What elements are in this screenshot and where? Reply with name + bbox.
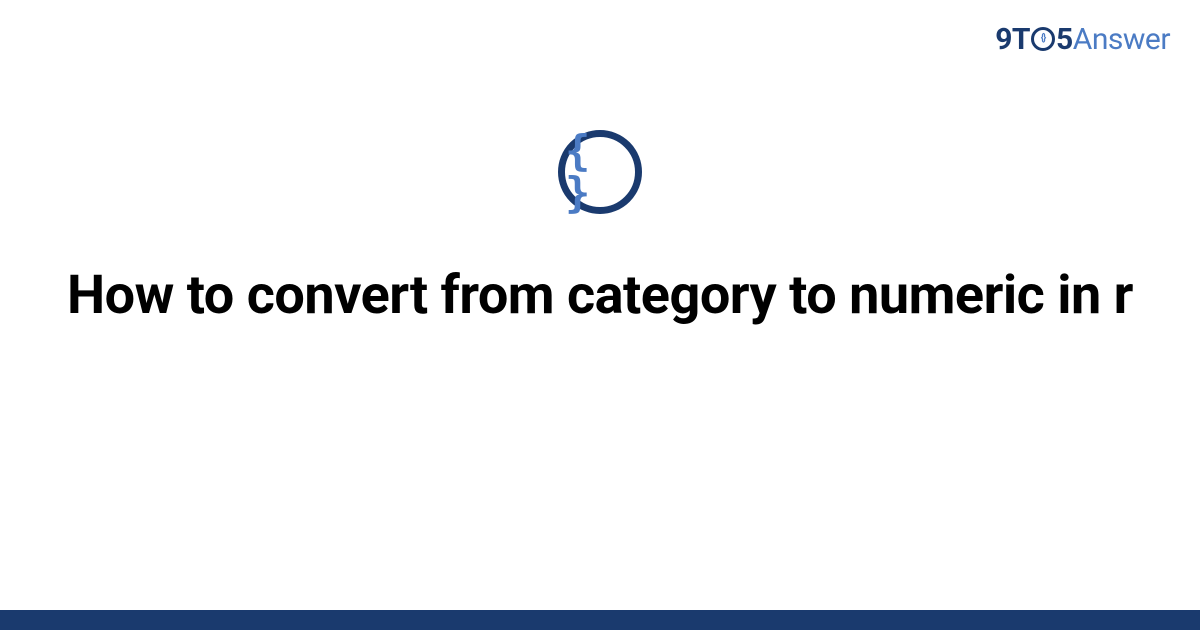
brand-text-2: 5 (1056, 22, 1073, 57)
brand-text-1: 9T (995, 22, 1030, 57)
page-title: How to convert from category to numeric … (67, 262, 1133, 330)
brand-o-icon: {} (1031, 27, 1055, 51)
brand-logo: 9T {} 5Answer (995, 22, 1170, 57)
bottom-bar (0, 610, 1200, 630)
braces-icon: { } (565, 130, 635, 214)
brand-text-3: Answer (1073, 22, 1170, 57)
main-content: { } How to convert from category to nume… (0, 130, 1200, 330)
category-icon: { } (558, 130, 642, 214)
brand-o-inner: {} (1041, 34, 1046, 44)
